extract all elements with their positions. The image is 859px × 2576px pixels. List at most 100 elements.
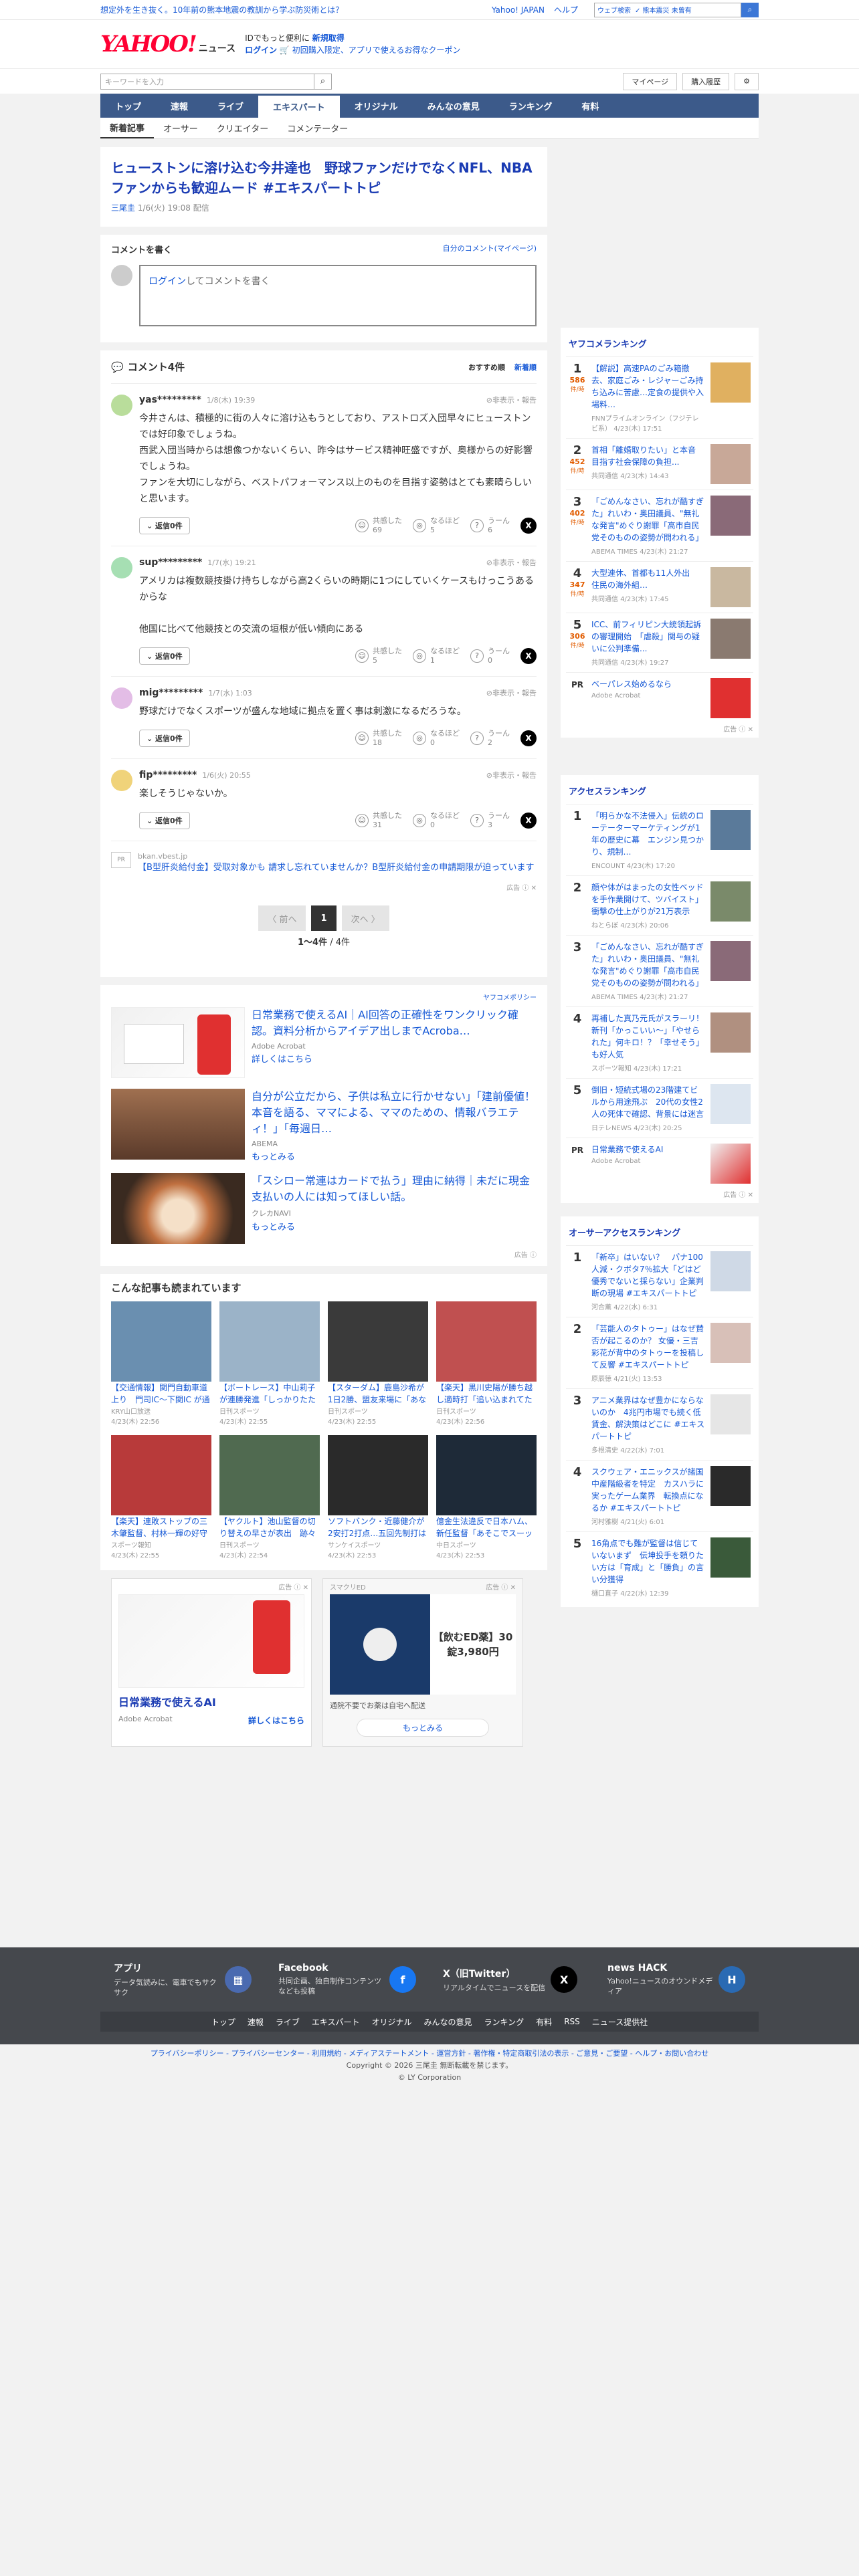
ad-item[interactable]: 自分が公立だから、子供は私立に行かせない」「建前優値！本音を語る、ママによる、マ…	[111, 1083, 537, 1168]
footer-link[interactable]: オリジナル	[372, 2016, 412, 2028]
ranking-item[interactable]: 2 452 件/時 首相「離婚取りたい」と本音 目指す社会保障の負担... 共同通信 4…	[566, 438, 753, 490]
reaction-think[interactable]: ◎ なるほど 5	[413, 516, 460, 535]
footer-link[interactable]: みんなの意見	[424, 2016, 472, 2028]
ad-mark[interactable]: 広告 ⓘ ✕	[566, 724, 753, 734]
ad-title[interactable]: 自分が公立だから、子供は私立に行かせない」「建前優値！本音を語る、ママによる、マ…	[252, 1089, 537, 1137]
subnav-commentator[interactable]: コメンテーター	[278, 118, 357, 138]
ad-mark[interactable]: 広告 ⓘ ✕	[111, 882, 537, 892]
ranking-item[interactable]: 3 「ごめんなさい、忘れが酷すぎた」れいわ・奥田議員、"無礼な発言"めぐり謝罪「高…	[566, 935, 753, 1006]
rec-title[interactable]: 【ヤクルト】池山監督の切り替えの早さが表出 跡々と受け継が…	[219, 1515, 320, 1539]
footer-link[interactable]: 有料	[536, 2016, 552, 2028]
login-link[interactable]: ログイン	[245, 45, 277, 55]
ad-mark[interactable]: 広告 ⓘ ✕	[112, 1579, 311, 1594]
rank-title[interactable]: 顔や体がはまったの女性ベッドを手作業開けて、ツバイスト」衝撃の仕上がりが21万表…	[591, 881, 705, 918]
reaction-agree[interactable]: ☺ 共感した 69	[355, 516, 402, 535]
report-link[interactable]: ⊘非表示・報告	[486, 770, 537, 780]
ad-more-button[interactable]: もっとみる	[357, 1719, 489, 1737]
avatar[interactable]	[111, 770, 132, 791]
subnav-creator[interactable]: クリエイター	[207, 118, 278, 138]
coupon-text[interactable]: 初回購入限定、アプリで使えるお得なクーポン	[292, 45, 461, 55]
rec-article[interactable]: 億金生法違反で日本ハム、新任監督「あそこでスーッとストライ… 中日スポーツ 4/23…	[436, 1435, 537, 1560]
nav-paid[interactable]: 有料	[567, 94, 613, 118]
ranking-item[interactable]: 5 倒旧・短統式場の23階建てビルから用途飛ぶ 20代の女性2人の死体で確認、背景…	[566, 1078, 753, 1138]
rec-title[interactable]: 【スターダム】鹿島沙希が1日2勝、盟友来場に「あなたは本当…	[328, 1382, 428, 1406]
footer-link[interactable]: エキスパート	[312, 2016, 360, 2028]
rec-article[interactable]: 【楽天】連敗ストップの三木肇監督、村林一輝の好守備を称賛「… スポーツ報知 4/23…	[111, 1435, 211, 1560]
reply-button[interactable]: ⌄ 返信0件	[139, 812, 190, 829]
comment-input[interactable]: ログインしてコメントを書く	[139, 265, 537, 326]
ad-more-link[interactable]: 詳しくはこちら	[252, 1052, 537, 1065]
rank-title[interactable]: 「新卒」はいない？ パナ100人減・クボタ7％拡大「どはど優秀でないと採らない」…	[591, 1251, 705, 1299]
comment-user[interactable]: mig*********	[139, 687, 203, 698]
reply-button[interactable]: ⌄ 返信0件	[139, 647, 190, 665]
ad-mark[interactable]: 広告 ⓘ	[111, 1249, 537, 1259]
avatar[interactable]	[111, 687, 132, 709]
ranking-item[interactable]: 2 顔や体がはまったの女性ベッドを手作業開けて、ツバイスト」衝撃の仕上がりが21万…	[566, 875, 753, 935]
ad-mark[interactable]: 広告 ⓘ ✕	[486, 1582, 516, 1592]
comment-user[interactable]: fip*********	[139, 770, 197, 780]
rank-title[interactable]: 「ごめんなさい、忘れが酷すぎた」れいわ・奥田議員、"無礼な発言"めぐり謝罪「高市…	[591, 496, 705, 544]
keyword-input[interactable]: キーワードを入力	[100, 73, 314, 90]
ad-title[interactable]: 日常業務で使えるAI	[112, 1688, 311, 1715]
rank-title[interactable]: 【解説】高速PAのごみ箱撤去、家庭ごみ・レジャーごみ持ち込みに苦慮…定食の提供や…	[591, 362, 705, 411]
subnav-new[interactable]: 新着記事	[100, 118, 155, 138]
sort-new[interactable]: 新着順	[514, 362, 537, 372]
rec-title[interactable]: 億金生法違反で日本ハム、新任監督「あそこでスーッとストライ…	[436, 1515, 537, 1539]
report-link[interactable]: ⊘非表示・報告	[486, 557, 537, 568]
rec-article[interactable]: 【ボートレース】中山莉子が連勝発進「しっかりたたいたら、もう… 日刊スポーツ 4/2…	[219, 1301, 320, 1426]
top-promo-link[interactable]: 想定外を生き抜く。10年前の熊本地震の教訓から学ぶ防災術とは？	[100, 4, 492, 15]
web-search-input[interactable]: ウェブ検索 ✓ 熊本震災 未曾有	[594, 2, 741, 17]
article-title[interactable]: ヒューストンに溶け込む今井達也 野球ファンだけでなくNFL、NBAファンからも歓…	[111, 158, 537, 198]
comment-user[interactable]: sup*********	[139, 557, 202, 568]
ad-more-link[interactable]: もっとみる	[252, 1150, 537, 1162]
ad-mark[interactable]: 広告 ⓘ ✕	[566, 1189, 753, 1199]
footer-link[interactable]: ライブ	[276, 2016, 300, 2028]
yahoo-news-logo[interactable]: YAHOO! ニュース	[100, 31, 235, 58]
ranking-item[interactable]: 4 347 件/時 大型連休、首都も11人外出 住民の海外組… 共同通信 4/23(木)…	[566, 561, 753, 613]
reaction-think[interactable]: ◎ なるほど 0	[413, 729, 460, 748]
footer-app[interactable]: アプリ データ気読みに、電車でもサクサク ▦	[100, 1961, 265, 1998]
rank-title[interactable]: 「ごめんなさい、忘れが酷すぎた」れいわ・奥田議員、"無礼な発言"めぐり謝罪「高市…	[591, 941, 705, 989]
ranking-item[interactable]: 2 「芸能人のタトゥー」はなぜ賛否が起こるのか？ 女優・三吉彩花が背中のタトゥーを…	[566, 1317, 753, 1388]
report-link[interactable]: ⊘非表示・報告	[486, 687, 537, 698]
bottom-ad-acrobat[interactable]: 広告 ⓘ ✕ 日常業務で使えるAI Adobe Acrobat 詳しくはこちら	[111, 1578, 312, 1747]
side-pr[interactable]: PR ベーパレス始めるなら Adobe Acrobat	[566, 672, 753, 724]
ranking-item[interactable]: 5 306 件/時 ICC、前フィリピン大統領起訴の審理開始 「虐殺」関与の疑いに公判…	[566, 613, 753, 672]
prev-button[interactable]: 〈 前へ	[258, 905, 306, 931]
rank-title[interactable]: 「芸能人のタトゥー」はなぜ賛否が起こるのか？ 女優・三吉彩花が背中のタトゥーを投…	[591, 1323, 705, 1371]
ranking-item[interactable]: 4 スクウェア・エニックスが諸国中産階級者を特定 カスハラに実ったゲーム業界 転換…	[566, 1460, 753, 1531]
yahoo-japan-link[interactable]: Yahoo! JAPAN	[492, 5, 545, 15]
comment-user[interactable]: yas*********	[139, 395, 201, 405]
help-link[interactable]: ヘルプ	[554, 4, 578, 15]
x-share-icon[interactable]: X	[520, 730, 537, 746]
footer-app[interactable]: news HACK Yahoo!ニュースのオウンドメディア H	[594, 1963, 759, 1996]
nav-original[interactable]: オリジナル	[340, 94, 413, 118]
footer-link[interactable]: ニュース提供社	[592, 2016, 648, 2028]
nav-top[interactable]: トップ	[100, 94, 156, 118]
ad-item[interactable]: 日常業務で使えるAI｜AI回答の正確性をワンクリック確認。資料分析からアイデア出…	[111, 1002, 537, 1083]
article-author[interactable]: 三尾圭	[111, 203, 135, 213]
rank-title[interactable]: 首相「離婚取りたい」と本音 目指す社会保障の負担...	[591, 444, 705, 468]
footer-link[interactable]: ランキング	[484, 2016, 524, 2028]
signup-link[interactable]: 新規取得	[312, 33, 345, 43]
rank-title[interactable]: 再補した真乃元氏がスラーリ！新刊「かっこいい〜」「やせられた」何キロ！？「幸せそ…	[591, 1012, 705, 1061]
subnav-author[interactable]: オーサー	[154, 118, 207, 138]
pr-title[interactable]: ベーパレス始めるなら	[591, 678, 705, 690]
comment-login-link[interactable]: ログイン	[149, 276, 186, 287]
my-comments-link[interactable]: 自分のコメント(マイページ)	[443, 243, 537, 255]
rank-title[interactable]: アニメ業界はなぜ豊かにならないのか 4兆円市場でも続く低賃金、解決策はどこに #…	[591, 1394, 705, 1442]
nav-ranking[interactable]: ランキング	[494, 94, 567, 118]
side-pr[interactable]: PR 日常業務で使えるAI Adobe Acrobat	[566, 1138, 753, 1189]
policy-link[interactable]: ヤフコメポリシー	[111, 992, 537, 1002]
x-share-icon[interactable]: X	[520, 648, 537, 664]
ranking-item[interactable]: 1 「明らかな不法侵入」伝統のローテーターマーケティングが1年の歴史に幕 エンジン…	[566, 804, 753, 875]
reaction-hmm[interactable]: ? うーん 3	[470, 811, 510, 830]
page-1[interactable]: 1	[311, 905, 337, 931]
rec-title[interactable]: 【楽天】連敗ストップの三木肇監督、村林一輝の好守備を称賛「…	[111, 1515, 211, 1539]
rec-title[interactable]: 【交通情報】関門自動車道上り 門司IC〜下関IC が通行止め 雪・凍結…	[111, 1382, 211, 1406]
reaction-agree[interactable]: ☺ 共感した 18	[355, 729, 402, 748]
x-share-icon[interactable]: X	[520, 518, 537, 534]
mypage-button[interactable]: マイページ	[623, 72, 678, 90]
rec-title[interactable]: 【楽天】黒川史陽が勝ち越し適時打「追い込まれてたんで、なん…	[436, 1382, 537, 1406]
report-link[interactable]: ⊘非表示・報告	[486, 395, 537, 405]
